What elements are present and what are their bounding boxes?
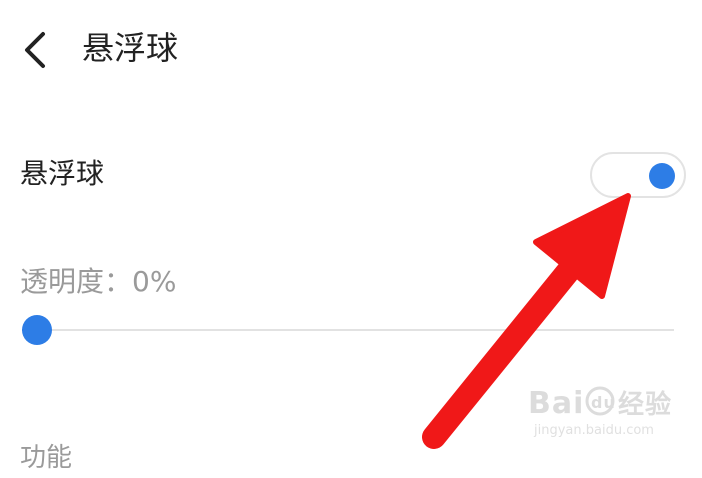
- svg-text:du: du: [591, 393, 616, 412]
- svg-text:经验: 经验: [618, 389, 672, 420]
- floating-ball-label: 悬浮球: [20, 157, 105, 190]
- section-header-features: 功能: [20, 443, 73, 473]
- arrow-head: [533, 193, 631, 299]
- opacity-label: 透明度：0%: [20, 265, 177, 298]
- baidu-jingyan-watermark: Bai du 经验 jingyan.baidu.com: [528, 383, 678, 445]
- floating-ball-toggle[interactable]: [590, 152, 686, 198]
- toggle-knob: [649, 163, 675, 189]
- baidu-paw-logo: Bai du 经验: [528, 386, 672, 421]
- top-bar: 悬浮球: [0, 0, 702, 100]
- svg-text:Bai: Bai: [528, 386, 584, 421]
- chevron-left-icon: [25, 32, 45, 68]
- slider-thumb[interactable]: [22, 315, 52, 345]
- page-title: 悬浮球: [82, 29, 179, 67]
- slider-track: [22, 329, 674, 331]
- opacity-slider[interactable]: [22, 312, 674, 348]
- watermark-logo: Bai du 经验: [528, 383, 678, 421]
- floating-ball-setting-row[interactable]: 悬浮球: [0, 140, 702, 210]
- watermark-url: jingyan.baidu.com: [534, 423, 654, 438]
- back-button[interactable]: [12, 26, 56, 74]
